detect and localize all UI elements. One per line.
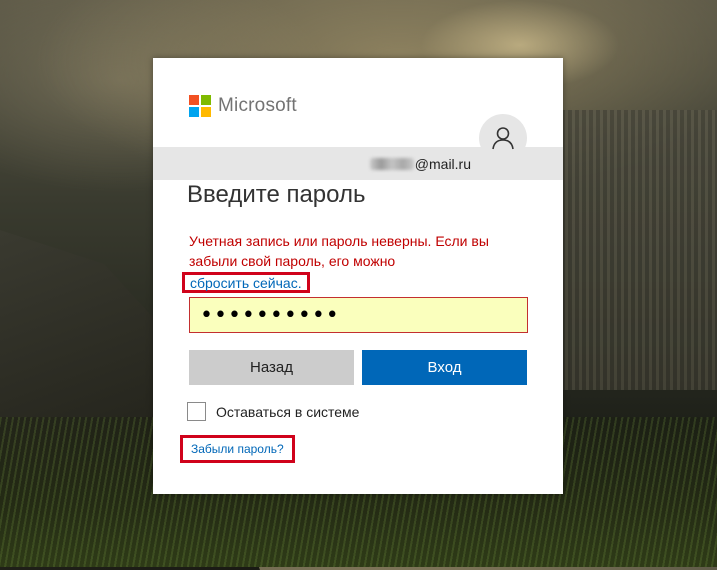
stay-signed-in[interactable]: Оставаться в системе xyxy=(187,402,359,421)
account-email: @mail.ru xyxy=(369,156,471,172)
signin-button[interactable]: Вход xyxy=(362,350,527,385)
forgot-password-link[interactable]: Забыли пароль? xyxy=(180,435,295,463)
microsoft-logo-icon xyxy=(189,95,211,117)
password-field[interactable] xyxy=(189,297,528,333)
back-button[interactable]: Назад xyxy=(189,350,354,385)
email-domain: @mail.ru xyxy=(414,156,471,172)
blurred-username xyxy=(369,158,414,170)
signin-card: Microsoft @mail.ru Введите пароль Учетна… xyxy=(153,58,563,494)
microsoft-logo-text: Microsoft xyxy=(218,95,297,116)
page-title: Введите пароль xyxy=(187,181,366,208)
background-city xyxy=(537,110,717,390)
reset-password-link[interactable]: сбросить сейчас. xyxy=(182,272,310,293)
logo-square xyxy=(201,95,211,105)
logo-square xyxy=(189,95,199,105)
stay-signed-in-label: Оставаться в системе xyxy=(216,403,360,420)
microsoft-logo: Microsoft xyxy=(189,95,297,117)
logo-square xyxy=(201,107,211,117)
logo-square xyxy=(189,107,199,117)
error-message: Учетная запись или пароль неверны. Если … xyxy=(189,233,489,269)
person-icon xyxy=(479,114,527,162)
stay-signed-in-checkbox[interactable] xyxy=(187,402,206,421)
